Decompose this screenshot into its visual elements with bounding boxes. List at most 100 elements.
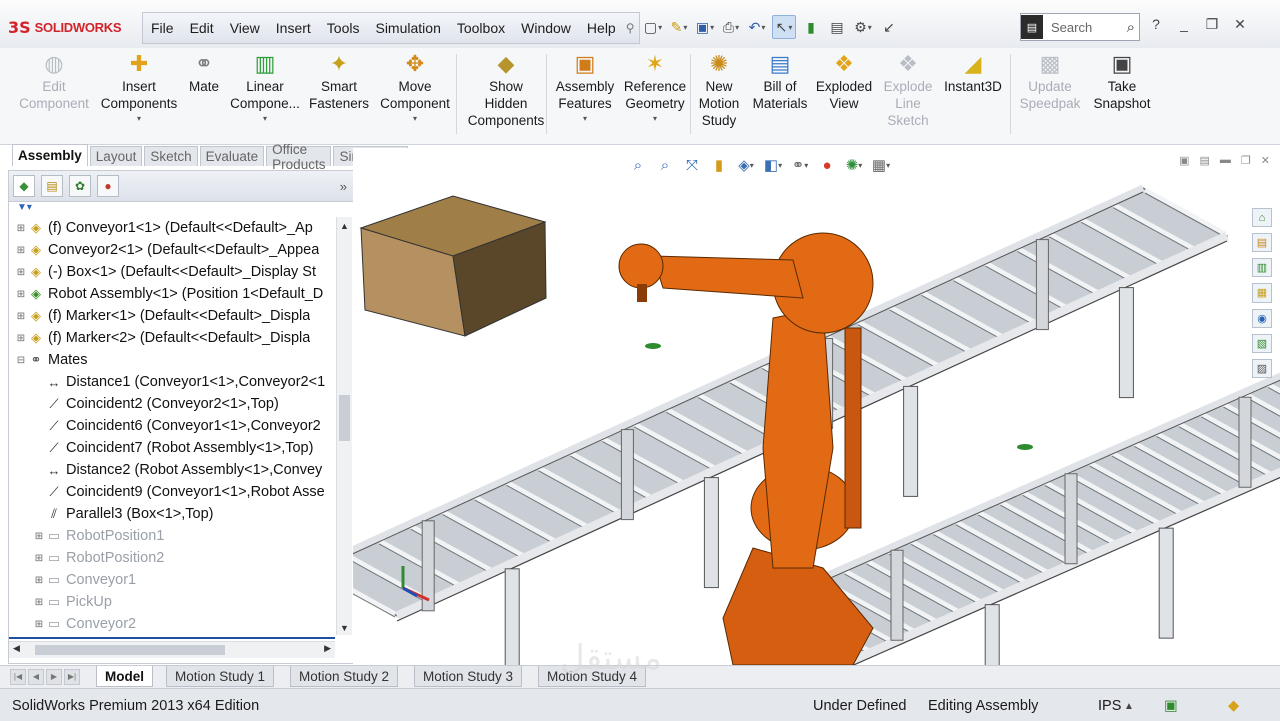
- print-icon[interactable]: ⎙ ▾: [720, 16, 742, 38]
- expand-toggle-icon[interactable]: ⊟: [15, 355, 27, 366]
- display-style-icon[interactable]: ◧ ▾: [762, 154, 784, 176]
- move-component-button[interactable]: ✥ Move Component ▾: [376, 52, 454, 124]
- menu-file[interactable]: File: [143, 20, 182, 36]
- expand-toggle-icon[interactable]: ⊞: [33, 619, 45, 630]
- expand-toggle-icon[interactable]: ⊞: [33, 597, 45, 608]
- take-snapshot-button[interactable]: ▣ Take Snapshot: [1092, 52, 1152, 112]
- new-document-icon[interactable]: ▢ ▾: [642, 16, 664, 38]
- tree-horizontal-scrollbar[interactable]: ◀ ▶: [9, 641, 335, 658]
- next-tab-icon[interactable]: ▶: [46, 669, 62, 685]
- menu-window[interactable]: Window: [513, 20, 579, 36]
- close-icon[interactable]: ✕: [1230, 13, 1250, 35]
- tab-office-products[interactable]: Office Products: [266, 142, 332, 172]
- instant3d-button[interactable]: ◢ Instant3D: [940, 52, 1006, 95]
- save-icon[interactable]: ▣ ▾: [694, 16, 716, 38]
- tab-sketch[interactable]: Sketch: [144, 146, 198, 166]
- tab-layout[interactable]: Layout: [89, 146, 143, 166]
- show-hidden-components-button[interactable]: ◆ Show Hidden Components: [460, 52, 552, 129]
- tab-motion-study-3[interactable]: Motion Study 3: [414, 666, 523, 687]
- search-icon[interactable]: ⌕: [1127, 19, 1139, 36]
- assembly-features-button[interactable]: ▣ Assembly Features ▾: [552, 52, 618, 124]
- custom-properties-icon[interactable]: ▧: [1252, 333, 1272, 353]
- rebuild-status-icon[interactable]: ▣: [1164, 698, 1178, 714]
- insert-components-button[interactable]: ✚ Insert Components ▾: [96, 52, 182, 124]
- hide-show-items-icon[interactable]: ⚭ ▾: [789, 154, 811, 176]
- explode-line-sketch-button[interactable]: ❖ Explode Line Sketch: [882, 52, 934, 129]
- command-search-icon[interactable]: ▤: [1021, 15, 1043, 39]
- hscroll-thumb[interactable]: [35, 645, 225, 655]
- mate-button[interactable]: ⚭ Mate: [186, 52, 222, 95]
- units-arrow-icon[interactable]: ▲: [1124, 701, 1134, 712]
- scroll-up-icon[interactable]: ▲: [337, 221, 352, 231]
- viewport-split-icon[interactable]: ▤: [1200, 154, 1210, 167]
- tree-item[interactable]: ⊞ ◈ (f) Marker<2> (Default<<Default>_Displ…: [9, 327, 335, 349]
- tree-child-item[interactable]: ⟋ Coincident9 (Conveyor1<1>,Robot Asse: [9, 481, 335, 503]
- rebuild-icon[interactable]: ▮: [800, 16, 822, 38]
- tab-evaluate[interactable]: Evaluate: [199, 146, 265, 166]
- solidworks-forum-icon[interactable]: ▨: [1252, 358, 1272, 378]
- tree-child-item[interactable]: ⊞ ▭ Conveyor2: [9, 613, 335, 633]
- view-palette-icon[interactable]: ▦: [1252, 283, 1272, 303]
- expand-toggle-icon[interactable]: ⊞: [15, 333, 27, 344]
- solidworks-logo[interactable]: 3S SOLIDWORKS: [8, 14, 136, 40]
- first-tab-icon[interactable]: |◀: [10, 669, 26, 685]
- dropdown-arrow-icon[interactable]: ▾: [137, 114, 141, 124]
- file-explorer-icon[interactable]: ▥: [1252, 258, 1272, 278]
- expand-toggle-icon[interactable]: ⊞: [15, 311, 27, 322]
- tab-motion-study-2[interactable]: Motion Study 2: [290, 666, 399, 687]
- reference-geometry-button[interactable]: ✶ Reference Geometry ▾: [620, 52, 690, 124]
- expand-toggle-icon[interactable]: ⊞: [15, 267, 27, 278]
- tree-item[interactable]: ⊞ ◈ Conveyor2<1> (Default<<Default>_Appea: [9, 239, 335, 261]
- customize-icon[interactable]: ↙: [878, 16, 900, 38]
- tree-item[interactable]: ⊞ ◈ Robot Assembly<1> (Position 1<Default_…: [9, 283, 335, 305]
- bill-of-materials-button[interactable]: ▤ Bill of Materials: [753, 52, 808, 112]
- viewport-tile-icon[interactable]: ▣: [1179, 154, 1189, 167]
- apply-scene-icon[interactable]: ✺ ▾: [843, 154, 865, 176]
- help-icon[interactable]: ?: [1146, 13, 1166, 35]
- dropdown-arrow-icon[interactable]: ▾: [263, 114, 267, 124]
- edit-appearance-icon[interactable]: ●: [816, 154, 838, 176]
- tree-child-item[interactable]: ⫽ Parallel3 (Box<1>,Top): [9, 503, 335, 525]
- expand-toggle-icon[interactable]: ⊞: [33, 531, 45, 542]
- tab-assembly[interactable]: Assembly: [12, 144, 88, 166]
- tree-child-item[interactable]: ⟋ Coincident2 (Conveyor2<1>,Top): [9, 393, 335, 415]
- view-orientation-icon[interactable]: ◈ ▾: [735, 154, 757, 176]
- scroll-down-icon[interactable]: ▼: [337, 623, 352, 633]
- tree-item[interactable]: ⊞ ◈ (f) Marker<1> (Default<<Default>_Displ…: [9, 305, 335, 327]
- menu-help[interactable]: Help: [579, 20, 624, 36]
- expand-toggle-icon[interactable]: ⊞: [33, 553, 45, 564]
- expand-toggle-icon[interactable]: ⊞: [33, 575, 45, 586]
- options-icon[interactable]: ⚙ ▾: [852, 16, 874, 38]
- edit-component-button[interactable]: ◍ Edit Component: [16, 52, 92, 112]
- minimize-icon[interactable]: _: [1174, 13, 1194, 35]
- assembly-3d-scene[interactable]: [353, 148, 1280, 665]
- viewport-restore-icon[interactable]: ❐: [1241, 154, 1251, 167]
- tab-model[interactable]: Model: [96, 666, 153, 687]
- menu-edit[interactable]: Edit: [182, 20, 222, 36]
- search-input[interactable]: Search: [1043, 20, 1127, 35]
- display-manager-tab-icon[interactable]: ●: [97, 175, 119, 197]
- exploded-view-button[interactable]: ❖ Exploded View: [816, 52, 872, 112]
- design-library-icon[interactable]: ▤: [1252, 233, 1272, 253]
- menu-view[interactable]: View: [222, 20, 268, 36]
- section-view-icon[interactable]: ▮: [708, 154, 730, 176]
- new-motion-study-button[interactable]: ✺ New Motion Study: [696, 52, 742, 129]
- scroll-thumb[interactable]: [339, 395, 350, 441]
- previous-view-icon[interactable]: ⤧: [681, 154, 703, 176]
- tree-item[interactable]: ⊞ ◈ (f) Conveyor1<1> (Default<<Default>_Ap: [9, 217, 335, 239]
- expand-toggle-icon[interactable]: ⊞: [15, 223, 27, 234]
- file-properties-icon[interactable]: ▤: [826, 16, 848, 38]
- expand-toggle-icon[interactable]: ⊞: [15, 289, 27, 300]
- zoom-to-fit-icon[interactable]: ⌕: [627, 154, 649, 176]
- panel-expand-icon[interactable]: »: [340, 179, 347, 194]
- tree-child-item[interactable]: ⊞ ▭ RobotPosition2: [9, 547, 335, 569]
- tree-child-item[interactable]: ⊞ ▭ RobotPosition1: [9, 525, 335, 547]
- viewport-close-icon[interactable]: ✕: [1261, 154, 1270, 167]
- menu-tools[interactable]: Tools: [319, 20, 368, 36]
- tree-child-item[interactable]: ⟋ Coincident6 (Conveyor1<1>,Conveyor2: [9, 415, 335, 437]
- graphics-area[interactable]: ⌕ ⌕ ⤧ ▮ ◈ ▾ ◧ ▾ ⚭ ▾ ● ✺ ▾ ▦ ▾ ▣ ▤ ▬ ❐ ✕: [353, 148, 1280, 665]
- menu-pin-icon[interactable]: ⚲: [626, 21, 635, 35]
- filter-icon[interactable]: ▼▾: [9, 202, 353, 216]
- select-icon[interactable]: ↖ ▾: [772, 15, 796, 39]
- last-tab-icon[interactable]: ▶|: [64, 669, 80, 685]
